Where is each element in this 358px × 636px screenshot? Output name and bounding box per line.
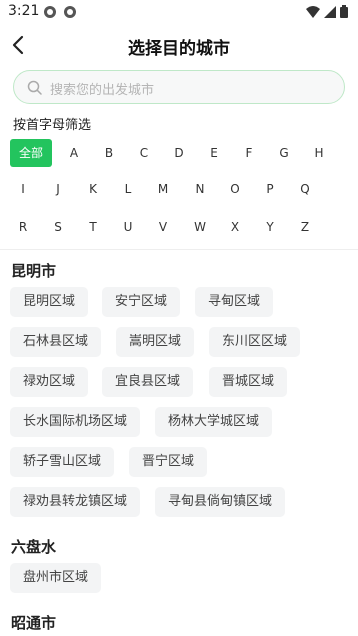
letter-button[interactable]: V [150, 213, 176, 241]
area-chip[interactable]: 盘州市区域 [10, 563, 102, 593]
letter-button[interactable]: N [187, 175, 213, 203]
letter-button[interactable]: O [222, 175, 248, 203]
battery-icon [340, 5, 348, 18]
status-bar: 3:21 [0, 0, 358, 24]
letter-all-button[interactable]: 全部 [10, 139, 52, 167]
letter-button[interactable]: Q [292, 175, 318, 203]
letter-button[interactable]: S [45, 213, 71, 241]
area-chip[interactable]: 安宁区域 [102, 287, 181, 317]
letter-button[interactable]: W [187, 213, 213, 241]
area-chip[interactable]: 石林县区域 [10, 327, 102, 357]
area-chip[interactable]: 禄劝县转龙镇区域 [10, 487, 141, 517]
letter-button[interactable]: A [61, 139, 87, 167]
area-chip[interactable]: 寻甸县倘甸镇区域 [155, 487, 286, 517]
area-chip[interactable]: 嵩明区域 [116, 327, 195, 357]
notification-icon [64, 6, 76, 18]
region-title: 昭通市 [11, 614, 57, 632]
area-chip[interactable]: 昆明区域 [10, 287, 89, 317]
region-title: 六盘水 [11, 538, 57, 556]
letter-button[interactable]: F [236, 139, 262, 167]
search-placeholder: 搜索您的出发城市 [50, 83, 155, 98]
region-title: 昆明市 [11, 262, 57, 280]
letter-button[interactable]: X [222, 213, 248, 241]
letter-button[interactable]: G [271, 139, 297, 167]
signal-icon [324, 5, 336, 18]
letter-button[interactable]: U [115, 213, 141, 241]
letter-button[interactable]: Y [257, 213, 283, 241]
area-chip[interactable]: 杨林大学城区域 [155, 407, 273, 437]
letter-button[interactable]: E [201, 139, 227, 167]
search-icon [27, 80, 42, 95]
letter-button[interactable]: L [115, 175, 141, 203]
area-chip[interactable]: 宜良县区域 [102, 367, 194, 397]
area-chip[interactable]: 东川区区域 [209, 327, 301, 357]
search-input[interactable]: 搜索您的出发城市 [13, 70, 345, 104]
letter-button[interactable]: I [10, 175, 36, 203]
letter-button[interactable]: P [257, 175, 283, 203]
area-chip[interactable]: 禄劝区域 [10, 367, 89, 397]
letter-button[interactable]: H [306, 139, 332, 167]
wifi-icon [306, 5, 320, 18]
area-chip[interactable]: 寻甸区域 [195, 287, 274, 317]
nav-bar: 选择目的城市 [0, 24, 358, 68]
area-chip[interactable]: 轿子雪山区域 [10, 447, 115, 477]
letter-filter-title: 按首字母筛选 [13, 118, 92, 133]
letter-button[interactable]: D [166, 139, 192, 167]
notification-icon [44, 6, 56, 18]
page-title: 选择目的城市 [128, 39, 230, 59]
letter-button[interactable]: C [131, 139, 157, 167]
area-chip[interactable]: 晋城区域 [209, 367, 288, 397]
status-time: 3:21 [8, 3, 40, 19]
letter-button[interactable]: Z [292, 213, 318, 241]
letter-button[interactable]: T [80, 213, 106, 241]
divider [0, 249, 358, 250]
area-chip[interactable]: 晋宁区域 [129, 447, 208, 477]
letter-button[interactable]: B [96, 139, 122, 167]
letter-button[interactable]: K [80, 175, 106, 203]
area-chip[interactable]: 长水国际机场区域 [10, 407, 141, 437]
letter-button[interactable]: J [45, 175, 71, 203]
letter-button[interactable]: M [150, 175, 176, 203]
letter-button[interactable]: R [10, 213, 36, 241]
